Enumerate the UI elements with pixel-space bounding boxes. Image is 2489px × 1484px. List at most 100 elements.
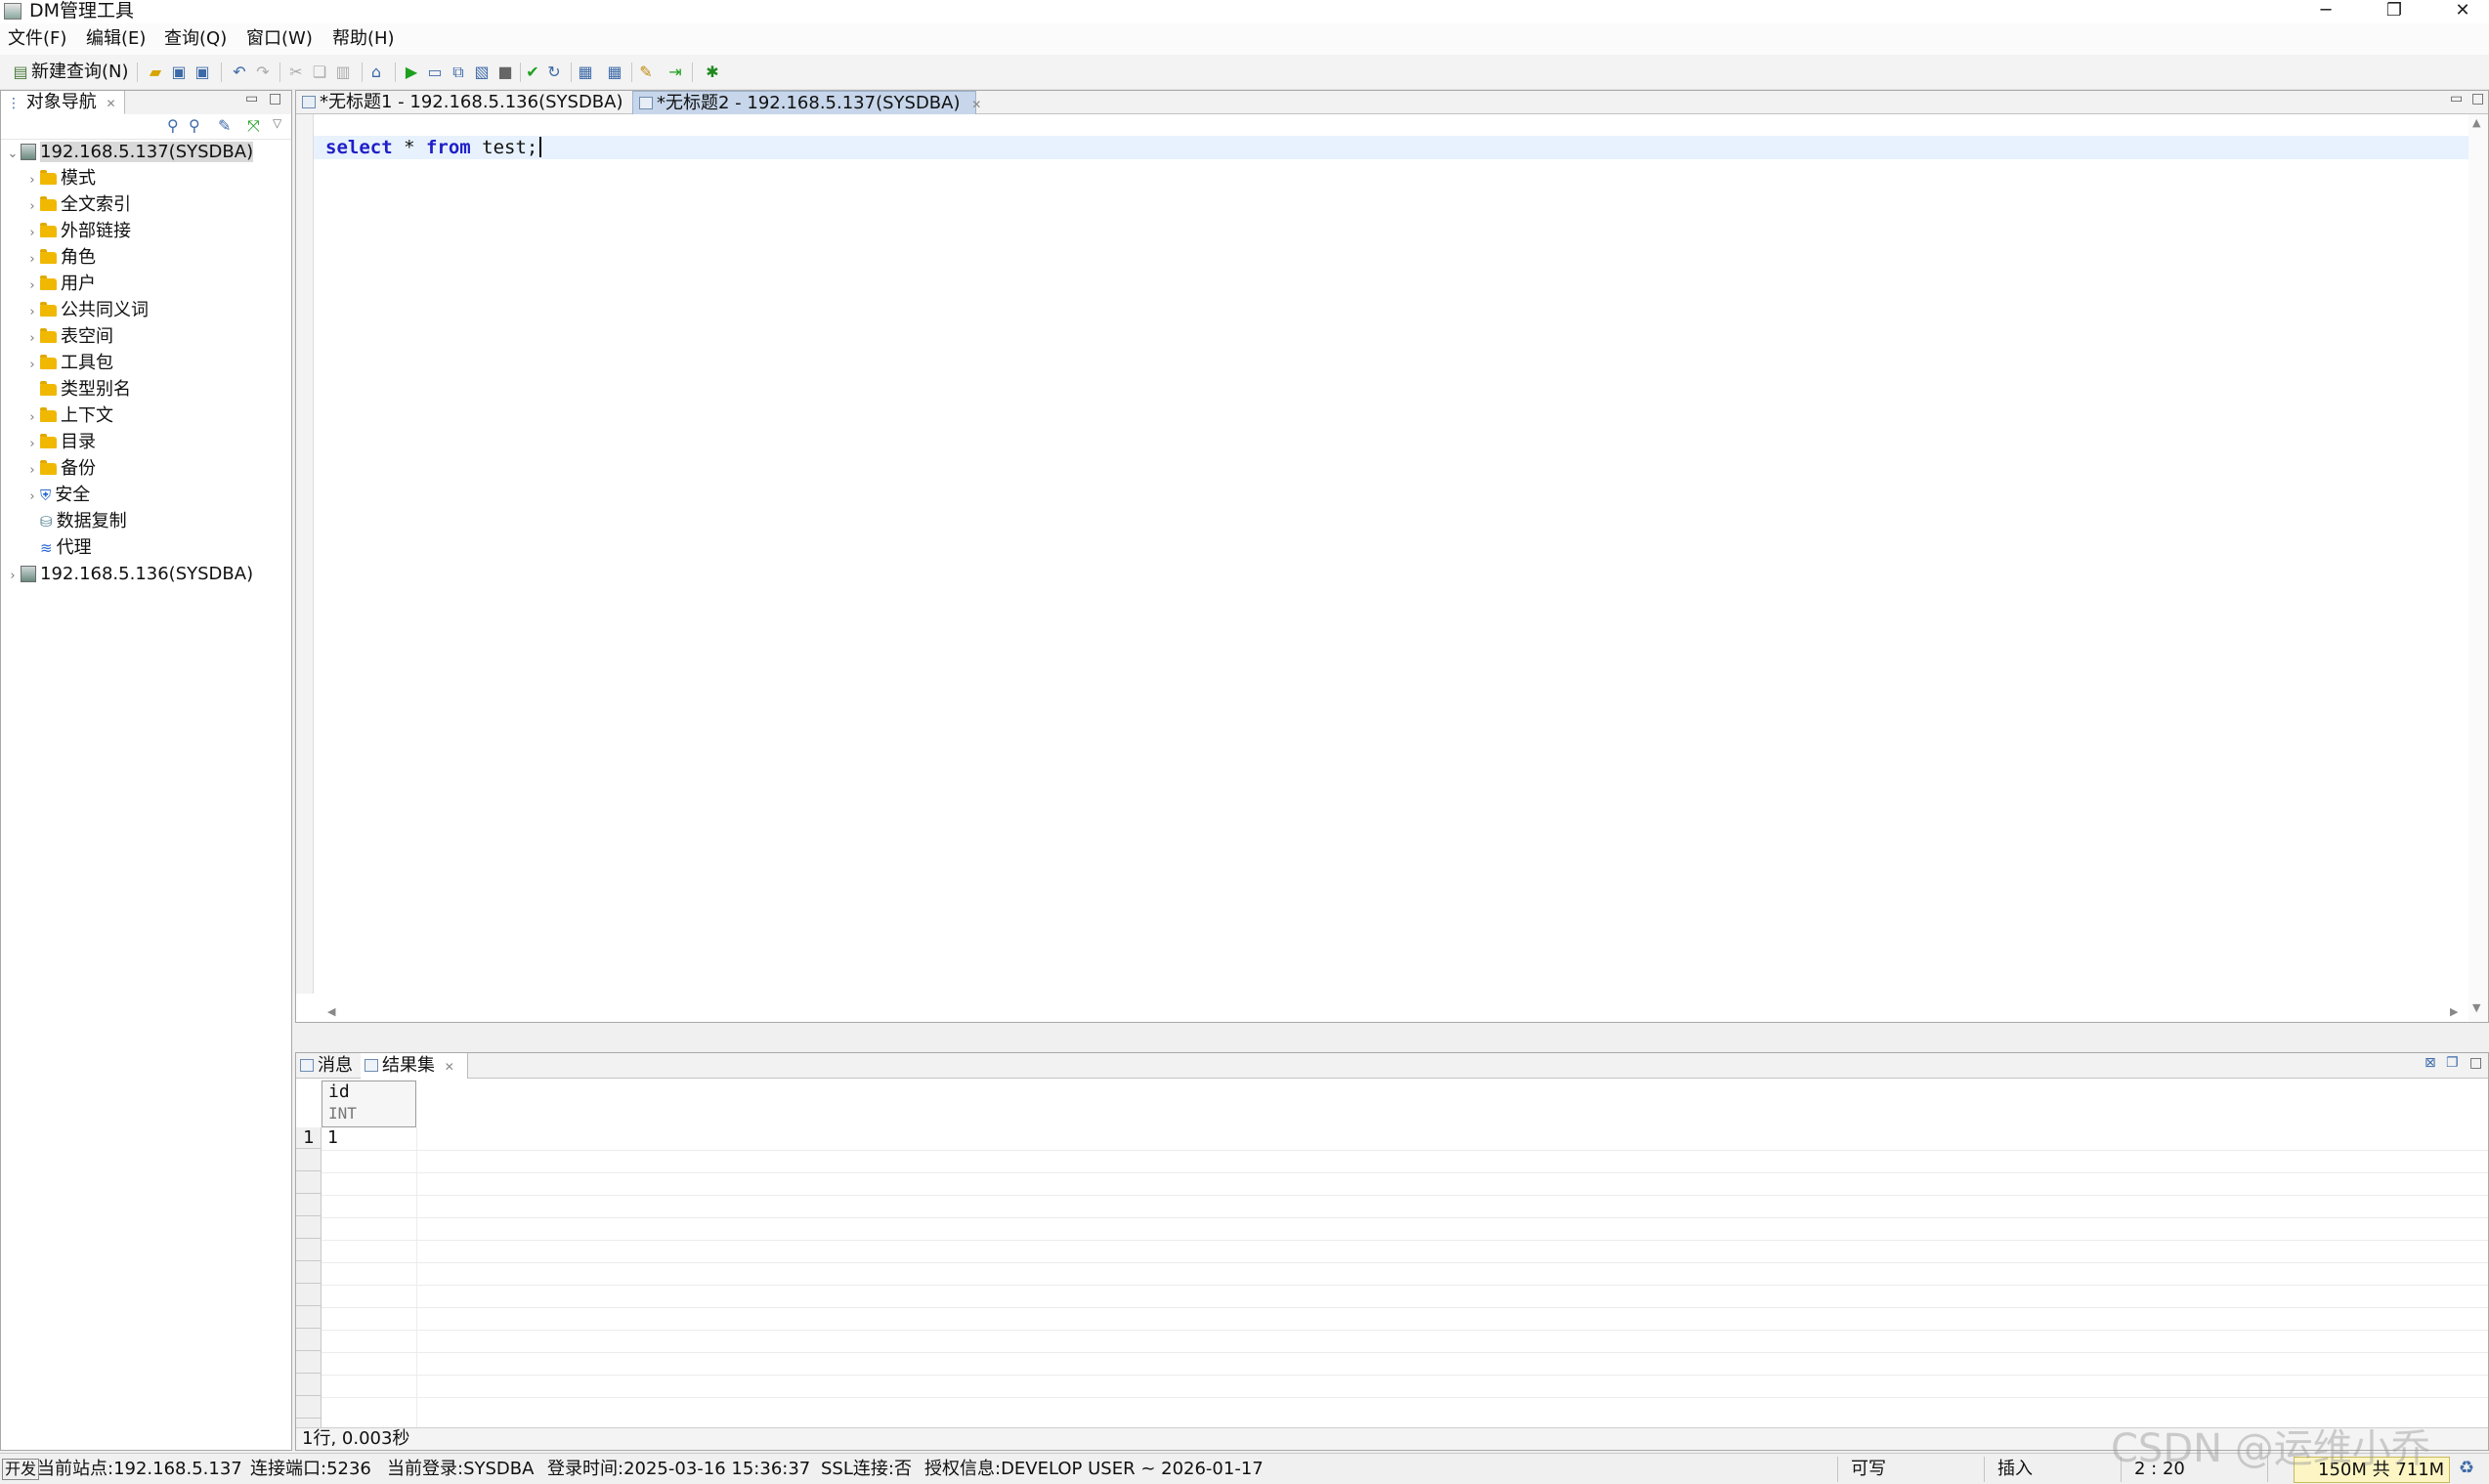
grid2-icon[interactable]: ▦ xyxy=(604,62,625,83)
tab-untitled2[interactable]: *无标题2 - 192.168.5.137(SYSDBA) ✕ xyxy=(632,91,981,114)
copy-icon[interactable]: ❏ xyxy=(309,62,330,83)
tree-node-fulltext-index[interactable]: › 全文索引 xyxy=(24,192,131,218)
tree-node-tablespace[interactable]: › 表空间 xyxy=(24,324,113,350)
undo-icon[interactable]: ↶ xyxy=(229,62,250,83)
menu-window[interactable]: 窗口(W) xyxy=(242,27,317,51)
scroll-down-icon[interactable]: ▼ xyxy=(2472,1001,2480,1014)
tree-node-type-alias[interactable]: 类型别名 xyxy=(24,377,131,403)
chevron-right-icon[interactable]: › xyxy=(24,300,40,325)
chevron-right-icon[interactable]: › xyxy=(24,194,40,220)
tree-node-replication[interactable]: ⛁ 数据复制 xyxy=(24,509,127,534)
row-number-empty xyxy=(296,1330,322,1351)
tab-messages[interactable]: 消息 xyxy=(296,1053,361,1079)
chevron-right-icon[interactable]: › xyxy=(24,221,40,246)
paste-icon[interactable]: ▥ xyxy=(332,62,354,83)
edit-icon[interactable]: ✎ xyxy=(218,116,231,135)
tree-node-backup[interactable]: › 备份 xyxy=(24,456,96,482)
grid-line xyxy=(322,1217,2488,1218)
scroll-right-icon[interactable]: ▶ xyxy=(2450,1005,2458,1018)
scroll-left-icon[interactable]: ◀ xyxy=(327,1005,335,1018)
tree-node-role[interactable]: › 角色 xyxy=(24,245,96,271)
tree-node-context[interactable]: › 上下文 xyxy=(24,403,113,429)
chevron-right-icon[interactable]: › xyxy=(24,326,40,352)
tree-node-server-136[interactable]: › 192.168.5.136(SYSDBA) xyxy=(5,562,253,587)
collapse-all-icon[interactable]: ⤧ xyxy=(247,116,260,136)
navigator-tab[interactable]: ⋮ 对象导航 ✕ xyxy=(1,91,125,114)
tab-untitled1[interactable]: *无标题1 - 192.168.5.136(SYSDBA) xyxy=(296,91,628,114)
run-icon[interactable]: ▶ xyxy=(401,62,422,83)
grid-line xyxy=(322,1330,2488,1331)
menu-edit[interactable]: 编辑(E) xyxy=(82,27,150,51)
gc-icon[interactable]: ♻ xyxy=(2459,1458,2474,1478)
view-menu-icon[interactable]: ▽ xyxy=(273,116,281,130)
menu-help[interactable]: 帮助(H) xyxy=(328,27,399,51)
chevron-right-icon[interactable]: › xyxy=(24,247,40,273)
chevron-down-icon[interactable]: ⌄ xyxy=(5,142,21,167)
new-query-button[interactable]: 新建查询(N) xyxy=(31,61,129,84)
home-icon[interactable]: ⌂ xyxy=(365,62,387,83)
save-icon[interactable]: ▣ xyxy=(168,62,190,83)
close-all-icon[interactable]: ⊠ xyxy=(2425,1055,2436,1071)
disconnect-icon[interactable]: ⚲ xyxy=(189,116,200,135)
maximize-panel-icon[interactable]: □ xyxy=(269,91,281,106)
chevron-right-icon[interactable]: › xyxy=(24,353,40,378)
tree-node-server-137[interactable]: ⌄ 192.168.5.137(SYSDBA) xyxy=(5,140,254,167)
run-step-icon[interactable]: ▭ xyxy=(424,62,446,83)
menu-query[interactable]: 查询(Q) xyxy=(160,27,231,51)
close-icon[interactable]: ✕ xyxy=(106,97,115,110)
tab-result-set[interactable]: 结果集 ✕ xyxy=(361,1053,468,1079)
chevron-right-icon[interactable]: › xyxy=(24,432,40,457)
editor-panel: *无标题1 - 192.168.5.136(SYSDBA) *无标题2 - 19… xyxy=(295,90,2489,1023)
column-header[interactable]: id INT xyxy=(322,1081,416,1127)
stop-icon[interactable]: ■ xyxy=(494,62,516,83)
menu-file[interactable]: 文件(F) xyxy=(4,27,70,51)
new-query-icon[interactable]: ▤ xyxy=(10,62,31,83)
maximize-panel-icon[interactable]: □ xyxy=(2469,1055,2482,1071)
cut-icon[interactable]: ✂ xyxy=(285,62,307,83)
scroll-up-icon[interactable]: ▲ xyxy=(2472,116,2480,129)
vertical-scrollbar[interactable]: ▲ ▼ xyxy=(2468,114,2488,1022)
save-all-icon[interactable]: ▣ xyxy=(192,62,213,83)
close-button[interactable]: ✕ xyxy=(2433,0,2489,21)
sql-file-icon xyxy=(302,96,316,108)
debug-step-icon[interactable]: ⇥ xyxy=(665,62,686,83)
tree-node-external-link[interactable]: › 外部链接 xyxy=(24,219,131,244)
run-script-icon[interactable]: ▧ xyxy=(471,62,493,83)
chevron-right-icon[interactable]: › xyxy=(24,485,40,510)
grid-icon[interactable]: ▦ xyxy=(575,62,596,83)
commit-icon[interactable]: ✔ xyxy=(522,62,543,83)
chevron-right-icon[interactable]: › xyxy=(24,168,40,193)
sql-code-line[interactable]: select * from test; xyxy=(325,136,542,159)
minimize-panel-icon[interactable]: ▭ xyxy=(2450,91,2463,106)
chevron-right-icon[interactable]: › xyxy=(24,458,40,484)
tree-node-user[interactable]: › 用户 xyxy=(24,272,96,297)
bug-icon[interactable]: ✱ xyxy=(702,62,723,83)
redo-icon[interactable]: ↷ xyxy=(252,62,274,83)
chevron-right-icon[interactable]: › xyxy=(24,274,40,299)
chevron-right-icon[interactable]: › xyxy=(5,564,21,589)
tree-node-agent[interactable]: ≋ 代理 xyxy=(24,535,92,561)
tree-node-public-synonym[interactable]: › 公共同义词 xyxy=(24,298,149,323)
sql-editor[interactable]: select * from test; ▲ ▼ ◀ ▶ xyxy=(296,114,2488,1022)
result-cell[interactable]: 1 xyxy=(327,1127,338,1149)
connect-icon[interactable]: ⚲ xyxy=(167,116,179,135)
close-icon[interactable]: ✕ xyxy=(971,98,981,111)
row-number-column: 1 xyxy=(296,1127,322,1427)
minimize-button[interactable]: ─ xyxy=(2296,0,2355,21)
row-number[interactable]: 1 xyxy=(296,1127,322,1149)
restore-panel-icon[interactable]: ❐ xyxy=(2446,1055,2459,1071)
tree-node-directory[interactable]: › 目录 xyxy=(24,430,96,455)
minimize-panel-icon[interactable]: ▭ xyxy=(245,91,258,106)
restore-button[interactable]: ❐ xyxy=(2365,0,2424,21)
tree-node-package[interactable]: › 工具包 xyxy=(24,351,113,376)
tree-node-security[interactable]: › ⛨ 安全 xyxy=(24,483,90,508)
format-icon[interactable]: ✎ xyxy=(635,62,657,83)
tree-node-schema[interactable]: › 模式 xyxy=(24,166,96,191)
close-icon[interactable]: ✕ xyxy=(445,1060,454,1074)
open-icon[interactable]: ▰ xyxy=(145,62,166,83)
chevron-right-icon[interactable]: › xyxy=(24,405,40,431)
maximize-panel-icon[interactable]: □ xyxy=(2471,91,2484,106)
grid-line xyxy=(322,1397,2488,1398)
rollback-icon[interactable]: ↻ xyxy=(543,62,565,83)
explain-icon[interactable]: ⧉ xyxy=(448,62,469,83)
